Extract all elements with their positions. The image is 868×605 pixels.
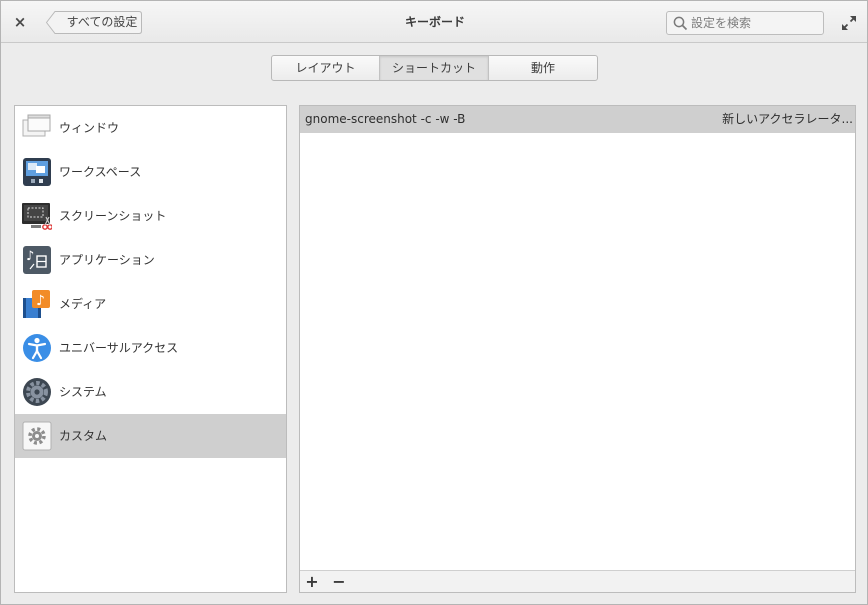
sidebar-item-workspace[interactable]: ワークスペース <box>15 150 286 194</box>
back-button[interactable]: すべての設定 <box>46 11 142 34</box>
sidebar-item-label: システム <box>59 385 107 399</box>
sidebar-item-label: スクリーンショット <box>59 209 167 223</box>
list-toolbar: + − <box>300 570 855 592</box>
shortcut-command[interactable]: gnome-screenshot -c -w -B <box>305 106 465 133</box>
sidebar-item-media[interactable]: ♪ メディア <box>15 282 286 326</box>
sidebar-item-label: アプリケーション <box>59 253 155 267</box>
window-title: キーボード <box>404 15 465 29</box>
system-gear-icon <box>23 378 51 406</box>
sidebar-item-label: ワークスペース <box>59 165 142 179</box>
header-bar: × すべての設定 キーボード <box>1 1 867 43</box>
remove-icon: − <box>332 572 346 591</box>
sidebar-item-custom[interactable]: カスタム <box>15 414 286 458</box>
search-input[interactable] <box>691 14 819 32</box>
screenshot-icon <box>22 203 52 230</box>
sidebar-item-label: ウィンドウ <box>59 121 120 135</box>
tab-bar: レイアウト ショートカット 動作 <box>271 55 598 81</box>
universal-access-icon <box>23 334 51 362</box>
sidebar-item-screenshot[interactable]: スクリーンショット <box>15 194 286 238</box>
workspace-icon <box>23 158 51 186</box>
svg-text:♪: ♪ <box>26 249 34 264</box>
tab-behavior[interactable]: 動作 <box>489 56 597 80</box>
keyboard-settings-window: × すべての設定 キーボード レイアウト <box>0 0 868 605</box>
custom-gear-icon <box>22 421 52 451</box>
sidebar-item-label: ユニバーサルアクセス <box>59 341 179 355</box>
window-icon <box>22 114 51 137</box>
search-icon <box>673 16 688 31</box>
add-shortcut-button[interactable]: + <box>300 571 324 592</box>
remove-shortcut-button[interactable]: − <box>327 571 351 592</box>
shortcut-row[interactable]: gnome-screenshot -c -w -B 新しいアクセラレータ... <box>300 106 855 133</box>
close-button[interactable]: × <box>10 12 30 32</box>
sidebar-item-window[interactable]: ウィンドウ <box>15 106 286 150</box>
media-icon: ♪ <box>23 290 50 318</box>
sidebar-item-universal-access[interactable]: ユニバーサルアクセス <box>15 326 286 370</box>
tab-shortcuts[interactable]: ショートカット <box>380 56 489 80</box>
application-icon: ♪ <box>23 246 51 274</box>
close-icon: × <box>13 13 27 31</box>
add-icon: + <box>305 572 319 591</box>
category-sidebar: ウィンドウ ワークスペース スクリーンショット ♪ アプリケーション ♪ メディ… <box>14 105 287 593</box>
tab-layout[interactable]: レイアウト <box>272 56 380 80</box>
svg-text:♪: ♪ <box>36 293 45 309</box>
search-field[interactable] <box>666 11 824 35</box>
back-button-label: すべての設定 <box>66 15 138 29</box>
sidebar-item-application[interactable]: ♪ アプリケーション <box>15 238 286 282</box>
sidebar-item-label: カスタム <box>59 429 108 443</box>
sidebar-item-label: メディア <box>59 297 107 311</box>
shortcut-accelerator[interactable]: 新しいアクセラレータ... <box>722 106 853 133</box>
shortcut-list-panel: gnome-screenshot -c -w -B 新しいアクセラレータ... … <box>299 105 856 593</box>
sidebar-item-system[interactable]: システム <box>15 370 286 414</box>
maximize-button[interactable] <box>839 13 859 33</box>
maximize-icon <box>842 16 856 30</box>
